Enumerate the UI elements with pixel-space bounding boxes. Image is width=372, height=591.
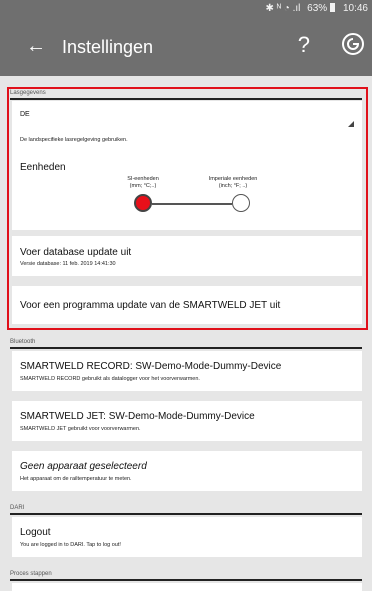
country-dropdown[interactable]: DE De landspecifieke lasregelgeving gebr… bbox=[12, 101, 362, 156]
database-version: Versie database: 11 feb. 2019 14:41:30 bbox=[20, 261, 116, 267]
unit-si-name: SI-eenheden bbox=[127, 176, 159, 182]
database-update-title: Voer database update uit bbox=[20, 247, 132, 258]
unit-si-detail: (mm; °C;..) bbox=[129, 183, 157, 189]
section-header-lasgegevens: Lasgegevens bbox=[10, 89, 362, 100]
unit-imperial-name: Imperiale eenheden bbox=[208, 176, 258, 182]
battery-level: 63% bbox=[307, 3, 328, 14]
section-header-bluetooth: Bluetooth bbox=[10, 338, 362, 349]
bluetooth-temperature-subtitle: Het apparaat om de railtemperatuur te me… bbox=[20, 476, 132, 482]
database-update-button[interactable]: Voer database update uit Versie database… bbox=[12, 236, 362, 276]
smartweld-logo-icon[interactable] bbox=[342, 33, 364, 55]
back-arrow-icon[interactable]: ← bbox=[26, 34, 46, 58]
section-header-proces: Proces stappen bbox=[10, 570, 362, 581]
radio-si-units[interactable] bbox=[134, 194, 152, 212]
bluetooth-item-temperature[interactable]: Geen apparaat geselecteerd Het apparaat … bbox=[12, 451, 362, 491]
battery-icon bbox=[330, 3, 336, 12]
bluetooth-item-jet[interactable]: SMARTWELD JET: SW-Demo-Mode-Dummy-Device… bbox=[12, 401, 362, 441]
dari-logout-button[interactable]: Logout You are logged in to DARI. Tap to… bbox=[12, 517, 362, 557]
unit-option-imperial-label: Imperiale eenheden (inch; °F; ..) bbox=[198, 176, 268, 190]
country-hint: De landspecifieke lasregelgeving gebruik… bbox=[20, 137, 128, 143]
bluetooth-item-record[interactable]: SMARTWELD RECORD: SW-Demo-Mode-Dummy-Dev… bbox=[12, 351, 362, 391]
help-icon[interactable]: ? bbox=[298, 32, 310, 58]
radio-imperial-units[interactable] bbox=[232, 194, 250, 212]
units-title: Eenheden bbox=[20, 162, 66, 173]
bluetooth-jet-title: SMARTWELD JET: SW-Demo-Mode-Dummy-Device bbox=[20, 411, 255, 422]
dari-logout-title: Logout bbox=[20, 527, 51, 538]
status-bar: ✱ ᴺ ◔ .ıl 63% 10:46 bbox=[0, 0, 372, 18]
app-bar: ← Instellingen ? bbox=[0, 18, 372, 76]
signal-icons: ✱ ᴺ ◔ .ıl bbox=[265, 3, 301, 14]
clock: 10:46 bbox=[342, 3, 368, 14]
bluetooth-record-subtitle: SMARTWELD RECORD gebruikt als datalogger… bbox=[20, 376, 200, 382]
settings-list: Lasgegevens DE De landspecifieke lasrege… bbox=[0, 76, 372, 591]
country-value: DE bbox=[20, 111, 30, 118]
dropdown-arrow-icon bbox=[348, 121, 354, 127]
program-update-button[interactable]: Voor een programma update van de SMARTWE… bbox=[12, 286, 362, 324]
proces-card bbox=[12, 583, 362, 591]
section-header-dari: DARI bbox=[10, 504, 362, 515]
page-title: Instellingen bbox=[62, 37, 154, 57]
bluetooth-record-title: SMARTWELD RECORD: SW-Demo-Mode-Dummy-Dev… bbox=[20, 361, 282, 372]
program-update-title: Voor een programma update van de SMARTWE… bbox=[20, 300, 281, 311]
bluetooth-jet-subtitle: SMARTWELD JET gebruikt voor voorverwarme… bbox=[20, 426, 141, 432]
units-slider-track bbox=[152, 203, 232, 205]
dari-logout-subtitle: You are logged in to DARI. Tap to log ou… bbox=[20, 542, 121, 548]
bluetooth-temperature-title: Geen apparaat geselecteerd bbox=[20, 461, 147, 472]
unit-imperial-detail: (inch; °F; ..) bbox=[218, 183, 248, 189]
units-card: Eenheden SI-eenheden (mm; °C;..) Imperia… bbox=[12, 152, 362, 230]
unit-option-si-label: SI-eenheden (mm; °C;..) bbox=[108, 176, 178, 190]
status-icons: ✱ ᴺ ◔ .ıl 63% 10:46 bbox=[262, 0, 368, 18]
